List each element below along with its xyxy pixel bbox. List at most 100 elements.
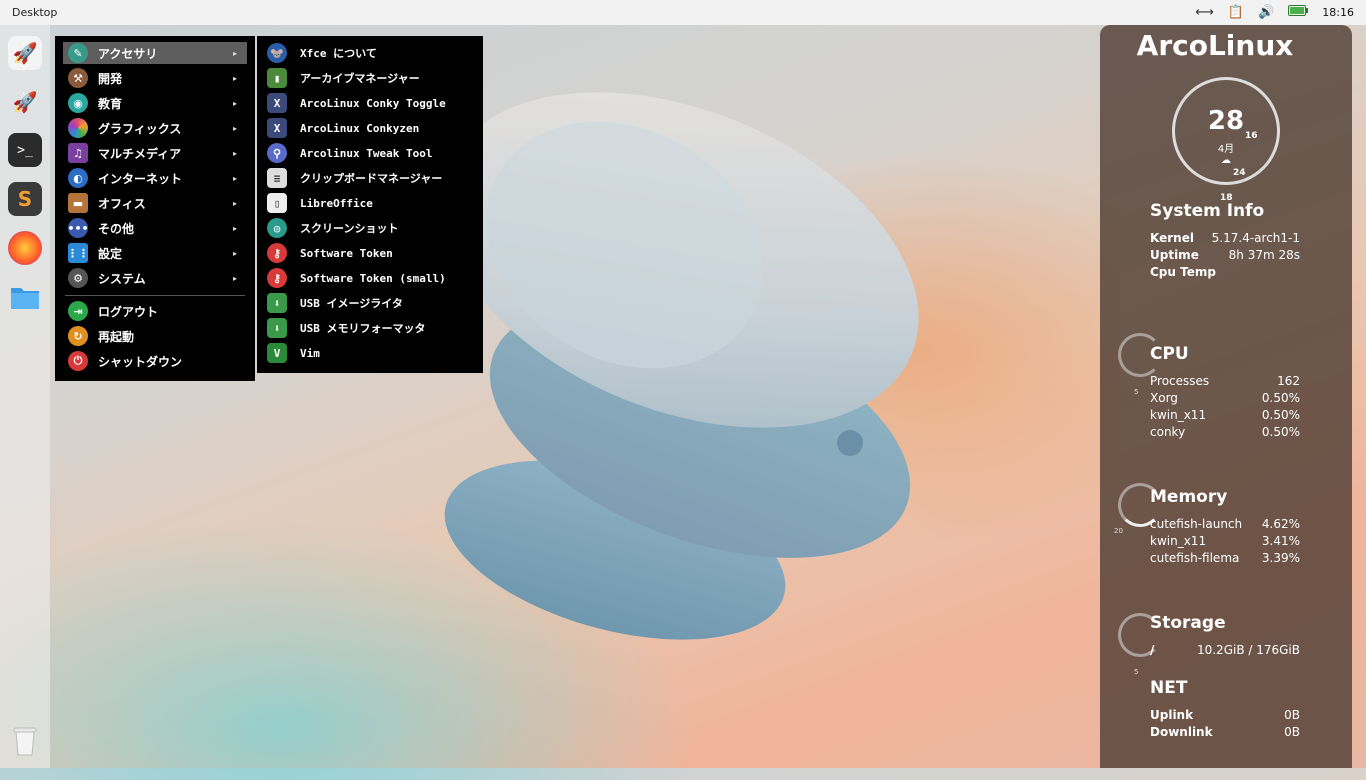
window-title: Desktop [12,6,58,19]
submenu-arrow-icon: ▸ [232,223,237,233]
system-row: Uptime 8h 37m 28s [1150,248,1300,262]
row-value: 5.17.4-arch1-1 [1211,231,1300,245]
row-value: 0.50% [1261,408,1300,422]
gauge-label: 20 [1114,527,1123,535]
row-value: 3.39% [1261,551,1300,565]
battery-icon[interactable] [1288,5,1309,20]
row-key: Uptime [1150,248,1199,262]
conky-panel: ArcoLinux 28 4月 16 24 18 ☁ System Info K… [1100,25,1352,768]
menu-item-label: 開発 [98,71,123,86]
menu-item-label: オフィス [98,196,146,211]
submenu-item-screenshot[interactable]: ◎ スクリーンショット [267,216,398,240]
menu-item-label: ArcoLinux Conkyzen [300,121,420,135]
row-key: Uplink [1150,708,1194,722]
terminal-icon[interactable]: >_ [8,133,42,167]
menu-item-restart[interactable]: ↻ 再起動 [63,325,247,347]
submenu-item-software-token[interactable]: ⚷ Software Token [267,241,393,265]
menu-item-label: スクリーンショット [300,222,399,235]
menu-item-label: クリップボードマネージャー [300,172,443,185]
accessories-submenu: 🐭 Xfce について ▮ アーカイブマネージャー X ArcoLinux Co… [257,36,483,373]
submenu-item-conky-toggle[interactable]: X ArcoLinux Conky Toggle [267,91,446,115]
application-menu: ✎ アクセサリ ▸ ⚒ 開発 ▸ ◉ 教育 ▸ グラフィックス ▸ ♫ マルチメ… [55,36,255,381]
launcher-rocket-icon[interactable]: 🚀 [8,36,42,70]
menu-item-label: アクセサリ [98,46,158,61]
internet-icon: ◐ [68,168,88,188]
submenu-arrow-icon: ▸ [232,198,237,208]
file-manager-icon[interactable] [8,280,42,314]
cpu-row: kwin_x11 0.50% [1150,408,1300,422]
clock-gauge: 28 4月 [1172,77,1280,185]
network-arrows-icon[interactable]: ⟷ [1195,5,1214,20]
memory-row: cutefish-filema 3.39% [1150,551,1300,565]
menu-item-multimedia[interactable]: ♫ マルチメディア ▸ [63,142,247,164]
menu-item-internet[interactable]: ◐ インターネット ▸ [63,167,247,189]
submenu-arrow-icon: ▸ [232,98,237,108]
system-row: Kernel 5.17.4-arch1-1 [1150,231,1300,245]
row-value: 0B [1284,725,1300,739]
clock-date: 4月 [1217,144,1235,155]
submenu-item-vim[interactable]: V Vim [267,341,320,365]
wallpaper-dot [837,430,863,456]
xfce-icon: 🐭 [267,43,287,63]
launcher-rocket-icon[interactable]: 🚀 [8,85,42,119]
row-value: 8h 37m 28s [1228,248,1300,262]
cpu-row: conky 0.50% [1150,425,1300,439]
submenu-arrow-icon: ▸ [232,48,237,58]
shutdown-icon: ⏻ [68,351,88,371]
submenu-item-libreoffice[interactable]: ▯ LibreOffice [267,191,373,215]
education-icon: ◉ [68,93,88,113]
menu-item-system[interactable]: ⚙ システム ▸ [63,267,247,289]
volume-icon[interactable]: 🔊 [1258,5,1274,20]
menu-item-label: Software Token (small) [300,271,446,285]
cpu-row: Xorg 0.50% [1150,391,1300,405]
row-key: Cpu Temp [1150,265,1216,279]
firefox-icon[interactable] [8,231,42,265]
trash-icon[interactable] [8,723,42,757]
menu-item-settings[interactable]: ⋮⋮ 設定 ▸ [63,242,247,264]
graphics-icon [68,118,88,138]
clock[interactable]: 18:16 [1322,6,1354,19]
office-icon: ▬ [68,193,88,213]
conky-brand: ArcoLinux [1136,29,1294,62]
menu-item-other[interactable]: ••• その他 ▸ [63,217,247,239]
row-key: Xorg [1150,391,1178,405]
menu-item-accessories[interactable]: ✎ アクセサリ ▸ [63,42,247,64]
submenu-item-conkyzen[interactable]: X ArcoLinux Conkyzen [267,116,419,140]
accessories-icon: ✎ [68,43,88,63]
row-key: kwin_x11 [1150,534,1207,548]
submenu-item-usb-image-writer[interactable]: ⬇ USB イメージライタ [267,291,403,315]
clipboard-icon[interactable]: 📋 [1228,5,1244,20]
gauge-label: 24 [1233,168,1246,178]
menu-item-label: ログアウト [98,304,159,319]
dock: 🚀 🚀 >_ S [0,25,50,768]
submenu-item-software-token-small[interactable]: ⚷ Software Token (small) [267,266,446,290]
storage-row: / 10.2GiB / 176GiB [1150,643,1300,657]
software-token-icon: ⚷ [267,243,287,263]
submenu-item-clipboard-manager[interactable]: ≡ クリップボードマネージャー [267,166,442,190]
menu-item-label: Vim [300,346,320,360]
memory-title: Memory [1150,487,1228,507]
submenu-item-tweak-tool[interactable]: ⚲ Arcolinux Tweak Tool [267,141,432,165]
net-row: Downlink 0B [1150,725,1300,739]
menu-item-development[interactable]: ⚒ 開発 ▸ [63,67,247,89]
system-tray: ⟷ 📋 🔊 18:16 [1195,0,1366,25]
menu-item-label: アーカイブマネージャー [300,72,420,85]
clipboard-manager-icon: ≡ [267,168,287,188]
menu-item-office[interactable]: ▬ オフィス ▸ [63,192,247,214]
menu-item-shutdown[interactable]: ⏻ シャットダウン [63,350,247,372]
menu-item-logout[interactable]: ⇥ ログアウト [63,300,247,322]
menu-item-education[interactable]: ◉ 教育 ▸ [63,92,247,114]
menu-item-graphics[interactable]: グラフィックス ▸ [63,117,247,139]
submenu-item-usb-formatter[interactable]: ⬇ USB メモリフォーマッタ [267,316,426,340]
archive-manager-icon: ▮ [267,68,287,88]
submenu-arrow-icon: ▸ [232,273,237,283]
row-key: Processes [1150,374,1210,388]
submenu-item-about-xfce[interactable]: 🐭 Xfce について [267,41,377,65]
submenu-item-archive-manager[interactable]: ▮ アーカイブマネージャー [267,66,420,90]
sublime-text-icon[interactable]: S [8,182,42,216]
development-icon: ⚒ [68,68,88,88]
net-title: NET [1150,678,1188,698]
top-bar: Desktop ⟷ 📋 🔊 18:16 [0,0,1366,25]
settings-icon: ⋮⋮ [67,243,89,263]
row-key: conky [1150,425,1186,439]
